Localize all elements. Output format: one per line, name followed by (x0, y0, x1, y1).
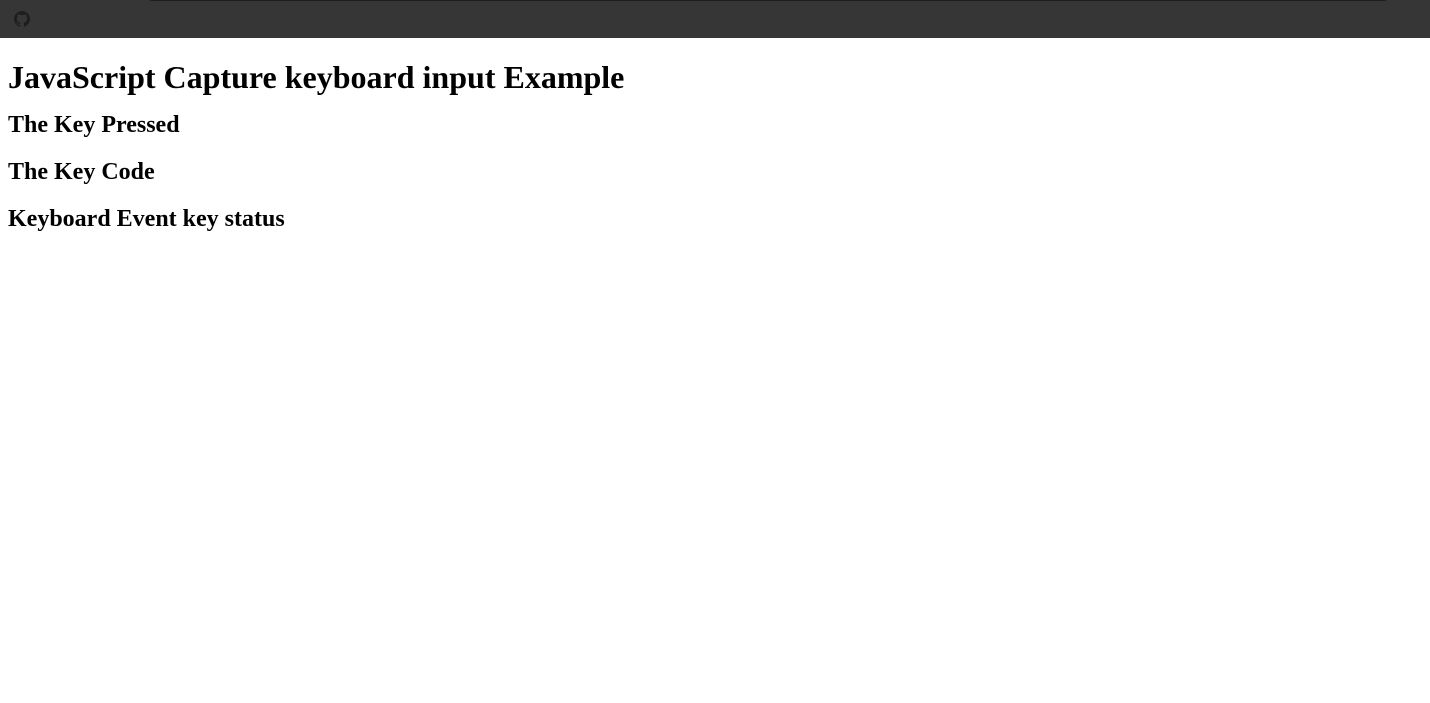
github-icon[interactable] (14, 11, 30, 27)
top-toolbar (0, 0, 1430, 38)
progress-line (150, 0, 1386, 1)
page-title: JavaScript Capture keyboard input Exampl… (8, 59, 625, 95)
page-content: JavaScript Capture keyboard input Exampl… (8, 38, 1422, 233)
key-pressed-heading: The Key Pressed (8, 112, 180, 138)
key-code-heading: The Key Code (8, 159, 155, 185)
key-status-heading: Keyboard Event key status (8, 206, 285, 232)
